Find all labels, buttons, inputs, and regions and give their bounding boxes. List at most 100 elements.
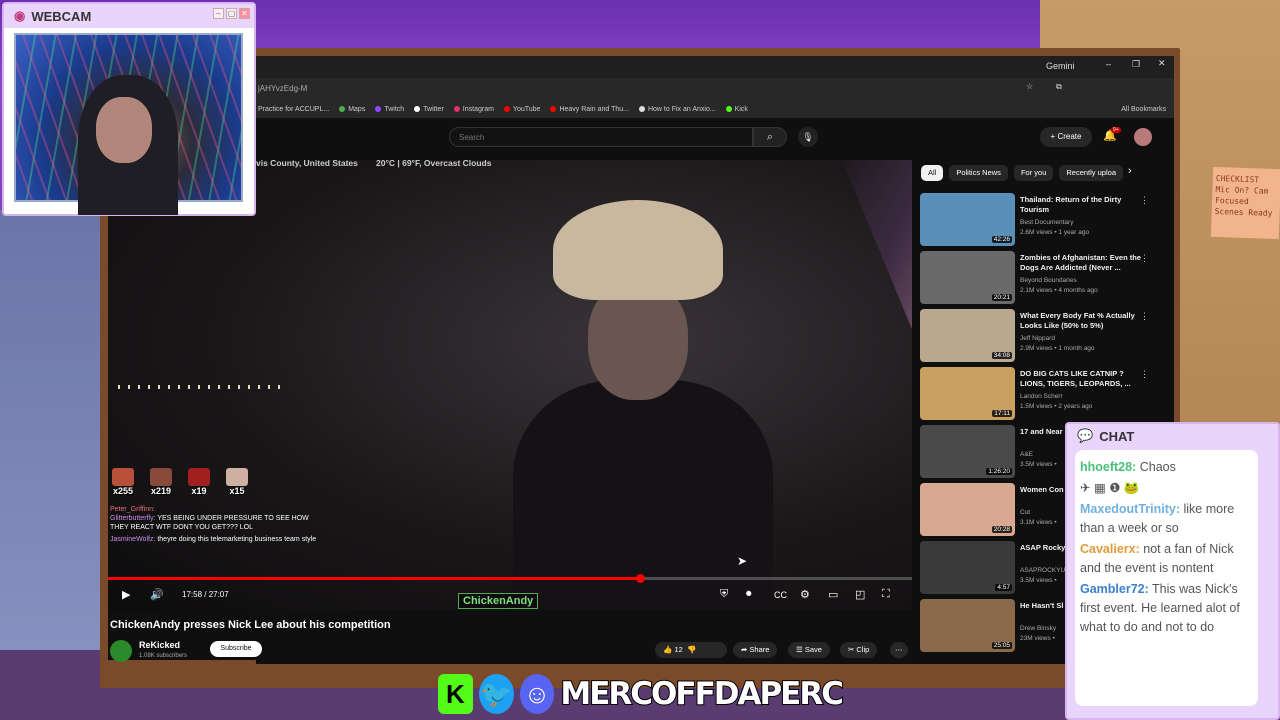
bookmark[interactable]: How to Fix an Anxio... (638, 106, 716, 113)
recommended-video[interactable]: 20:21 Zombies of Afghanistan: Even the D… (920, 251, 1160, 305)
tab-gemini[interactable]: Gemini (1046, 61, 1075, 71)
chip[interactable]: Politics News (949, 165, 1008, 181)
minimize-icon[interactable]: – (213, 8, 224, 19)
chat-bubble-icon: 💬 (1077, 428, 1094, 443)
video-thumbnail[interactable]: 4:57 (920, 541, 1015, 594)
chat-username: MaxedoutTrinity: (1080, 502, 1181, 516)
video-thumbnail[interactable]: 20:28 (920, 483, 1015, 536)
bookmark[interactable]: Twitter (414, 106, 444, 113)
more-icon[interactable]: ⋮ (1140, 369, 1149, 380)
clip-button[interactable]: ✂ Clip (840, 642, 878, 658)
video-thumbnail[interactable]: 17:11 (920, 367, 1015, 420)
video-title[interactable]: Thailand: Return of the Dirty Tourism (1020, 195, 1146, 215)
emote-item: x219 (148, 468, 174, 496)
maximize-button[interactable]: ❐ (1132, 59, 1140, 70)
create-button[interactable]: + Create (1040, 127, 1092, 147)
search-icon[interactable]: ⌕ (753, 127, 787, 147)
bookmark[interactable]: Heavy Rain and Thu... (550, 106, 629, 113)
search-input[interactable] (449, 127, 753, 147)
more-icon[interactable]: ⋮ (1140, 195, 1149, 206)
cast-icon[interactable]: ◰ (855, 588, 865, 601)
video-title[interactable]: Zombies of Afghanistan: Even the Dogs Ar… (1020, 253, 1146, 273)
video-meta: 3.5M views • (1020, 577, 1057, 584)
video-title: ChickenAndy presses Nick Lee about his c… (110, 619, 391, 631)
bookmark[interactable]: Kick (725, 106, 748, 113)
settings-icon[interactable]: ⚙ (800, 588, 810, 601)
video-thumbnail[interactable]: 1:26:20 (920, 425, 1015, 478)
bookmark[interactable]: Twitch (375, 106, 404, 113)
video-meta: 3.1M views • (1020, 519, 1057, 526)
overlay-message: JasmineWolfz: theyre doing this telemark… (110, 536, 317, 543)
all-bookmarks[interactable]: All Bookmarks (1121, 106, 1166, 113)
play-icon[interactable]: ▶ (122, 588, 130, 601)
chat-emotes: ✈ ▦ ❶ 🐸 (1080, 481, 1140, 495)
like-button[interactable]: 👍 12 👎 (655, 642, 727, 658)
bookmark[interactable]: Practice for ACCUPL... (258, 106, 329, 113)
chip[interactable]: All (921, 165, 944, 181)
channel-avatar[interactable] (110, 640, 132, 662)
video-thumbnail[interactable]: 42:26 (920, 193, 1015, 246)
autoplay-toggle[interactable]: ⏺ (746, 588, 752, 601)
captions-icon[interactable]: CC (774, 590, 787, 600)
more-icon[interactable]: ⋮ (1140, 253, 1149, 264)
volume-icon[interactable]: 🔊 (150, 588, 164, 601)
video-duration: 1:26:20 (986, 468, 1012, 475)
url-text: jAHYvzEdg-M (258, 84, 308, 93)
recommended-video[interactable]: 42:26 Thailand: Return of the Dirty Tour… (920, 193, 1160, 247)
chevron-right-icon[interactable]: › (1128, 165, 1132, 177)
emote-counter: x255 x219 x19 x15 (110, 468, 250, 496)
video-duration: 17:11 (992, 410, 1012, 417)
chat-text: Chaos (1139, 460, 1176, 474)
share-button[interactable]: ➦ Share (733, 642, 778, 658)
channel-name[interactable]: ReKicked (139, 640, 180, 650)
video-thumbnail[interactable]: 34:08 (920, 309, 1015, 362)
twitter-icon: 🐦 (478, 674, 514, 714)
video-meta: 2.9M views • 1 month ago (1020, 345, 1095, 352)
channel-name: Drew Binsky (1020, 625, 1057, 632)
minimize-button[interactable]: – (1106, 59, 1111, 69)
chat-messages: hhoeft28: Chaos ✈ ▦ ❶ 🐸 MaxedoutTrinity: l… (1075, 450, 1258, 706)
channel-name: Best Documentary (1020, 219, 1074, 226)
restore-icon[interactable]: ▢ (226, 8, 237, 19)
fullscreen-icon[interactable]: ⛶ (882, 588, 890, 601)
panel-header: 💬 CHAT (1067, 424, 1278, 448)
social-banner: K 🐦 ☺ MERCOFFDAPERC (438, 668, 845, 720)
chat-message: ✈ ▦ ❶ 🐸 (1080, 479, 1253, 498)
more-button[interactable]: ⋯ (890, 642, 908, 658)
mic-icon[interactable]: 🎙 (798, 127, 818, 147)
chip[interactable]: For you (1013, 165, 1054, 181)
chat-username: hhoeft28: (1080, 460, 1137, 474)
video-duration: 20:21 (991, 294, 1012, 301)
city-lights (118, 385, 288, 389)
recommended-video[interactable]: 34:08 What Every Body Fat % Actually Loo… (920, 309, 1160, 363)
bookmark[interactable]: Instagram (453, 106, 494, 113)
more-icon[interactable]: ⋮ (1140, 311, 1149, 322)
video-thumbnail[interactable]: 25:05 (920, 599, 1015, 652)
chat-message: hhoeft28: Chaos (1080, 458, 1253, 477)
bookmark[interactable]: Maps (339, 106, 365, 113)
chip[interactable]: Recently uploa (1059, 165, 1123, 181)
emote-item: x255 (110, 468, 136, 496)
video-duration: 4:57 (995, 584, 1012, 591)
chat-message: Gambler72: This was Nick's first event. … (1080, 580, 1253, 637)
subscribe-button[interactable]: Subscribe (210, 641, 262, 657)
scrubber-handle[interactable] (636, 574, 645, 583)
save-button[interactable]: ☰ Save (788, 642, 830, 658)
bookmark[interactable]: YouTube (503, 106, 540, 113)
kick-icon: K (438, 674, 473, 714)
miniplayer-icon[interactable]: ▭ (828, 588, 838, 601)
video-title[interactable]: What Every Body Fat % Actually Looks Lik… (1020, 311, 1146, 331)
room-wall-left (0, 210, 110, 720)
address-bar[interactable]: jAHYvzEdg-M ☆ ⧉ (256, 78, 1174, 100)
video-thumbnail[interactable]: 20:21 (920, 251, 1015, 304)
account-avatar[interactable] (1134, 128, 1152, 146)
extensions-icon[interactable]: ⧉ (1056, 82, 1062, 92)
video-title[interactable]: DO BIG CATS LIKE CATNIP ? LIONS, TIGERS,… (1020, 369, 1146, 389)
close-icon[interactable]: ✕ (239, 8, 250, 19)
progress-bar[interactable] (108, 574, 912, 583)
close-button[interactable]: ✕ (1158, 58, 1166, 69)
sponsor-icon[interactable]: ⛨ (720, 588, 728, 601)
recommended-video[interactable]: 17:11 DO BIG CATS LIKE CATNIP ? LIONS, T… (920, 367, 1160, 421)
video-time: 17:58 / 27:07 (182, 590, 229, 599)
star-icon[interactable]: ☆ (1026, 82, 1033, 91)
